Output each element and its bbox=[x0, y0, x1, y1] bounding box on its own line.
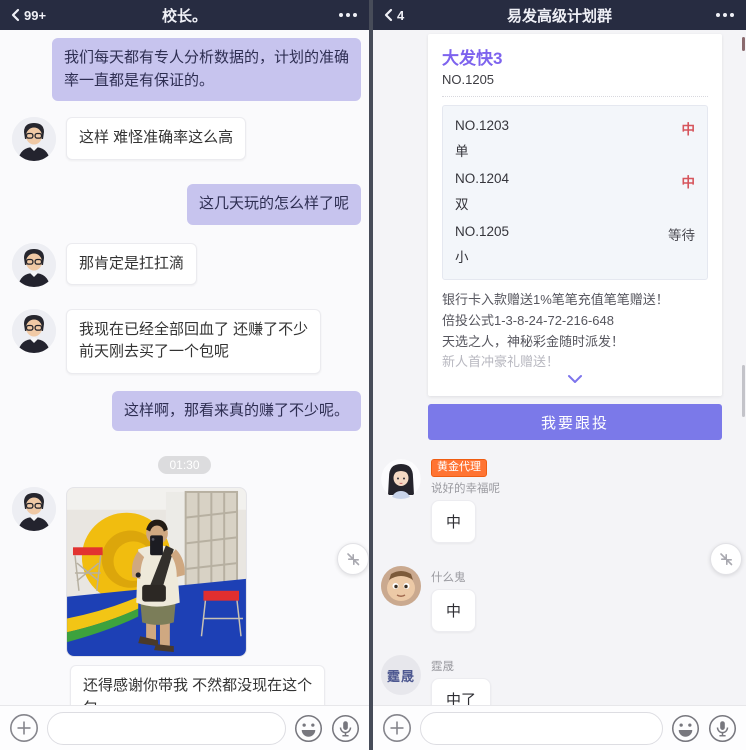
promo-line: 倍投公式1-3-8-24-72-216-648 bbox=[442, 312, 614, 328]
more-menu-icon[interactable] bbox=[337, 8, 359, 22]
microphone-icon[interactable] bbox=[331, 714, 360, 743]
message-row: 那肯定是扛扛滴 bbox=[0, 242, 369, 287]
microphone-icon[interactable] bbox=[708, 714, 737, 743]
chat-title: 校长。 bbox=[161, 7, 207, 25]
plan-result: 中 bbox=[681, 175, 696, 190]
received-bubble: 这样 难怪准确率这么高 bbox=[66, 117, 247, 160]
message-input[interactable] bbox=[47, 711, 286, 745]
member-name: 说好的幸福呢 bbox=[431, 483, 500, 496]
left-header: 99+ 校长。 bbox=[0, 0, 369, 30]
avatar[interactable] bbox=[12, 117, 56, 161]
unread-count: 4 bbox=[397, 7, 405, 23]
received-bubble: 那肯定是扛扛滴 bbox=[66, 242, 198, 285]
lottery-name: 大发快3 bbox=[442, 49, 503, 68]
current-issue: NO.1205 bbox=[442, 72, 495, 87]
message-row: 我现在已经全部回血了 还赚了不少 前天刚去买了一个包呢 bbox=[0, 308, 369, 374]
divider bbox=[442, 96, 708, 97]
expand-toggle[interactable] bbox=[442, 374, 708, 384]
message-input[interactable] bbox=[420, 711, 663, 745]
message-row: 这样啊，那看来真的赚了不少呢。 bbox=[0, 390, 369, 431]
avatar[interactable] bbox=[12, 487, 56, 531]
avatar[interactable] bbox=[381, 459, 421, 500]
right-input-bar bbox=[373, 705, 746, 750]
photo-message[interactable] bbox=[66, 487, 247, 657]
chevron-down-icon bbox=[568, 375, 582, 384]
group-message-row: 黄金代理 说好的幸福呢 中 bbox=[373, 450, 746, 545]
plan-row: NO.1204 双 中 bbox=[455, 165, 695, 218]
dual-chat-screenshot: 99+ 校长。 我们每天都有专人分析数据的，计划的准确 率一直都是有保证的。 这… bbox=[0, 0, 750, 750]
scrollbar-thumb[interactable] bbox=[742, 365, 745, 417]
right-chat-panel: 4 易发高级计划群 大发快3 NO.1205 NO.1203 单 中 NO.12… bbox=[373, 0, 746, 750]
promo-line: 银行卡入款赠送1%笔笔充值笔笔赠送！ bbox=[442, 292, 669, 307]
plan-pick: 双 bbox=[455, 197, 469, 212]
message-row: 还得感谢你带我 不然都没现在这个 包 bbox=[62, 665, 369, 705]
promo-text: 银行卡入款赠送1%笔笔充值笔笔赠送！ 倍投公式1-3-8-24-72-216-6… bbox=[442, 290, 708, 373]
right-header: 4 易发高级计划群 bbox=[373, 0, 746, 30]
plus-icon[interactable] bbox=[9, 713, 39, 743]
group-bubble: 中 bbox=[431, 500, 477, 544]
plan-result: 等待 bbox=[668, 228, 695, 243]
plan-row: NO.1203 单 中 bbox=[455, 112, 695, 165]
message-row: 这几天玩的怎么样了呢 bbox=[0, 184, 369, 225]
unread-count: 99+ bbox=[24, 7, 47, 23]
timestamp: 01:30 bbox=[158, 456, 211, 474]
follow-bet-button[interactable]: 我要跟投 bbox=[428, 404, 722, 441]
group-bubble: 中了 bbox=[431, 678, 492, 705]
group-title: 易发高级计划群 bbox=[506, 7, 612, 25]
left-chat-panel: 99+ 校长。 我们每天都有专人分析数据的，计划的准确 率一直都是有保证的。 这… bbox=[0, 0, 373, 750]
timestamp-row: 01:30 bbox=[0, 456, 369, 474]
plan-pick: 小 bbox=[455, 250, 469, 265]
sent-bubble: 这样啊，那看来真的赚了不少呢。 bbox=[111, 390, 361, 431]
sent-bubble: 我们每天都有专人分析数据的，计划的准确 率一直都是有保证的。 bbox=[51, 38, 361, 101]
plan-row: NO.1205 小 等待 bbox=[455, 218, 695, 271]
collapse-arrows-icon bbox=[720, 553, 733, 566]
received-bubble: 我现在已经全部回血了 还赚了不少 前天刚去买了一个包呢 bbox=[66, 308, 322, 374]
promo-line: 新人首冲豪礼赠送！ bbox=[442, 354, 560, 370]
message-row bbox=[0, 487, 369, 657]
member-name: 霆晟 bbox=[431, 661, 454, 674]
group-bubble: 中 bbox=[431, 589, 477, 633]
collapse-arrows-icon bbox=[347, 553, 360, 566]
collapse-button[interactable] bbox=[710, 543, 742, 575]
plan-pick: 单 bbox=[455, 144, 469, 159]
member-name: 什么鬼 bbox=[431, 572, 466, 585]
role-badge: 黄金代理 bbox=[431, 459, 487, 478]
left-message-list: 我们每天都有专人分析数据的，计划的准确 率一直都是有保证的。 这样 难怪准确率这… bbox=[0, 30, 369, 705]
avatar[interactable] bbox=[12, 242, 56, 287]
plan-issue: NO.1204 bbox=[455, 171, 510, 186]
more-menu-icon[interactable] bbox=[714, 8, 736, 22]
message-row: 这样 难怪准确率这么高 bbox=[0, 117, 369, 161]
message-row: 我们每天都有专人分析数据的，计划的准确 率一直都是有保证的。 bbox=[0, 38, 369, 101]
promo-line: 天选之人，神秘彩金随时派发！ bbox=[442, 333, 625, 349]
plan-issue: NO.1205 bbox=[455, 224, 510, 239]
avatar[interactable] bbox=[381, 566, 421, 607]
plan-result: 中 bbox=[681, 122, 696, 137]
scrollbar-thumb[interactable] bbox=[742, 37, 745, 51]
plan-issue: NO.1203 bbox=[455, 118, 510, 133]
left-input-bar bbox=[0, 705, 369, 750]
received-bubble: 还得感谢你带我 不然都没现在这个 包 bbox=[70, 665, 326, 705]
group-message-row: 霆晟 霆晟 中了 bbox=[373, 646, 746, 705]
back-button[interactable]: 4 bbox=[383, 8, 404, 23]
chevron-left-icon bbox=[11, 8, 20, 22]
avatar[interactable] bbox=[12, 308, 56, 353]
emoji-icon[interactable] bbox=[294, 714, 323, 743]
chevron-left-icon bbox=[384, 8, 393, 22]
collapse-button[interactable] bbox=[337, 543, 369, 575]
plus-icon[interactable] bbox=[382, 713, 412, 743]
plan-history-box: NO.1203 单 中 NO.1204 双 中 NO.1205 小 等待 bbox=[442, 105, 708, 280]
emoji-icon[interactable] bbox=[671, 714, 700, 743]
sent-bubble: 这几天玩的怎么样了呢 bbox=[186, 184, 361, 225]
group-message-row: 什么鬼 中 bbox=[373, 557, 746, 634]
group-message-list: 大发快3 NO.1205 NO.1203 单 中 NO.1204 双 中 NO.… bbox=[373, 30, 746, 705]
lottery-plan-card[interactable]: 大发快3 NO.1205 NO.1203 单 中 NO.1204 双 中 NO.… bbox=[428, 34, 722, 397]
avatar[interactable]: 霆晟 bbox=[381, 655, 421, 696]
back-button[interactable]: 99+ bbox=[10, 8, 46, 23]
